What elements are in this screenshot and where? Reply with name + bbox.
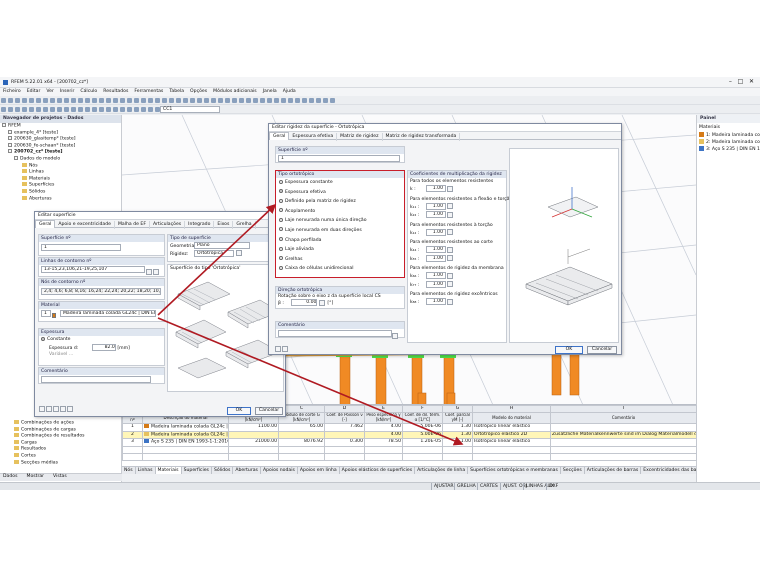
annotation-arrows bbox=[157, 203, 464, 446]
